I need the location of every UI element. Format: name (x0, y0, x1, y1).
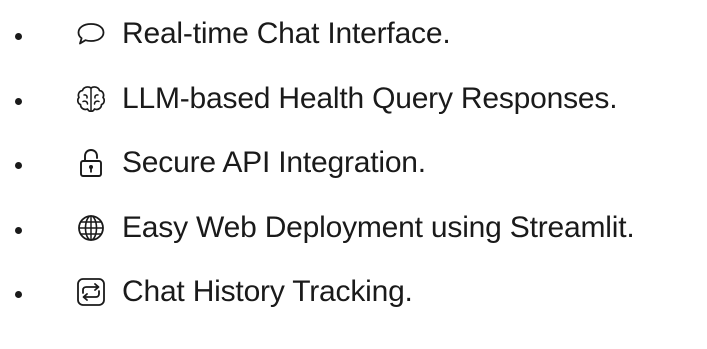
list-item: LLM-based Health Query Responses. (0, 77, 707, 121)
bullet-icon (15, 227, 22, 234)
brain-icon (75, 83, 107, 115)
list-item: Secure API Integration. (0, 141, 707, 185)
bullet-icon (15, 162, 22, 169)
list-item: Chat History Tracking. (0, 270, 707, 314)
bullet-icon (15, 98, 22, 105)
bullet-icon (15, 33, 22, 40)
feature-label: Chat History Tracking. (122, 275, 413, 308)
repeat-icon (75, 276, 107, 308)
globe-icon (75, 212, 107, 244)
feature-label: Secure API Integration. (122, 146, 426, 179)
lock-icon (75, 147, 107, 179)
chat-bubble-icon (75, 18, 107, 50)
list-item: Real-time Chat Interface. (0, 12, 707, 56)
bullet-icon (15, 291, 22, 298)
feature-list: Real-time Chat Interface. LLM-based Heal… (0, 0, 707, 349)
feature-label: Real-time Chat Interface. (122, 17, 451, 50)
feature-label: LLM-based Health Query Responses. (122, 82, 618, 115)
feature-label: Easy Web Deployment using Streamlit. (122, 211, 635, 244)
list-item: Easy Web Deployment using Streamlit. (0, 206, 707, 250)
